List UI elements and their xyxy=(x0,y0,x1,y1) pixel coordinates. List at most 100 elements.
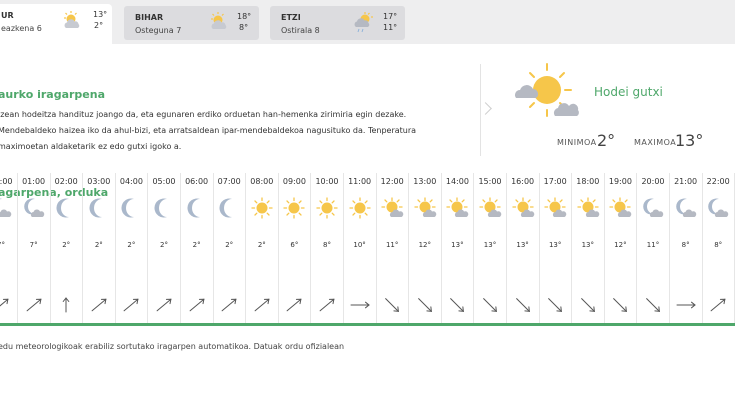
sun-cloud-icon xyxy=(478,196,502,220)
sun-icon xyxy=(348,196,372,220)
hour-temp: 10° xyxy=(353,241,366,249)
hour-column: 07:00 2° xyxy=(214,171,247,325)
day-tab-name: BIHAR xyxy=(135,13,164,22)
hour-time: 13:00 xyxy=(413,177,437,186)
moon-icon xyxy=(87,196,111,220)
wind-arrow-icon xyxy=(480,295,500,315)
hour-time: 20:00 xyxy=(641,177,665,186)
wind-arrow-icon xyxy=(317,295,337,315)
sun-cloud-icon xyxy=(207,11,233,35)
hour-temp: 2° xyxy=(257,241,266,249)
sun-cloud-icon xyxy=(60,10,86,34)
day-tab-name: ETZI xyxy=(281,13,301,22)
wind-arrow-icon xyxy=(513,295,533,315)
hour-column: 15:00 13° xyxy=(475,171,507,325)
sun-cloud-large-icon xyxy=(513,60,583,126)
hour-time: 17:00 xyxy=(543,177,567,186)
hour-time: 19:00 xyxy=(608,177,632,186)
condition-label: Hodei gutxi xyxy=(594,85,663,99)
hour-temp: 13° xyxy=(451,241,464,249)
hour-temp: 2° xyxy=(225,241,234,249)
wind-arrow-icon xyxy=(447,295,467,315)
hour-time: 22:00 xyxy=(706,177,730,186)
max-label: MAXIMOA xyxy=(634,138,677,147)
wind-arrow-icon xyxy=(350,295,370,315)
hour-time: 00:00 xyxy=(0,177,13,186)
sun-cloud-icon xyxy=(576,196,600,220)
footer-note: edu meteorologikoak erabiliz sortutako i… xyxy=(0,342,345,351)
hour-time: 12:00 xyxy=(380,177,404,186)
hour-temp: 11° xyxy=(385,241,399,249)
wind-arrow-icon xyxy=(252,295,272,315)
day-tab-date: eazkena 6 xyxy=(1,24,42,33)
hour-temp: 13° xyxy=(581,241,594,249)
hour-time: 02:00 xyxy=(54,177,78,186)
wind-arrow-icon xyxy=(56,295,76,315)
hour-time: 14:00 xyxy=(445,177,469,186)
hour-column: 17:00 13° xyxy=(540,171,573,325)
day-tab-min-temp: 11° xyxy=(383,23,398,32)
moon-cloud-icon xyxy=(22,196,46,220)
hour-column: 18:00 13° xyxy=(573,171,605,325)
wind-arrow-icon xyxy=(382,295,402,315)
hour-temp: 2° xyxy=(62,241,71,249)
sun-cloud-icon xyxy=(511,196,535,220)
wind-arrow-icon xyxy=(219,295,239,315)
wind-arrow-icon xyxy=(284,295,304,315)
moon-icon xyxy=(54,196,78,220)
hour-column: 01:00 7° xyxy=(19,171,51,325)
hour-column: 06:00 2° xyxy=(182,171,214,325)
day-tab-min-temp: 8° xyxy=(239,23,249,32)
moon-icon xyxy=(152,196,176,220)
sun-cloud-icon xyxy=(413,196,437,220)
hour-temp: 2° xyxy=(160,241,168,249)
wind-arrow-icon xyxy=(415,295,435,315)
moon-cloud-icon xyxy=(641,196,665,220)
hour-column: 11:00 10° xyxy=(345,171,377,325)
hour-temp: 11° xyxy=(646,241,660,249)
hourly-forecast[interactable]: 00:007° 01:00 7° 02:00 2° 03:00 2° 04:00 2° 05:00… xyxy=(0,171,735,325)
moon-cloud-icon xyxy=(0,196,13,220)
sun-rain-cloud-icon xyxy=(352,11,378,37)
hour-time: 18:00 xyxy=(576,177,600,186)
hour-column: 14:00 13° xyxy=(442,171,475,325)
day-tab-max-temp: 18° xyxy=(237,12,252,21)
day-tab-max-temp: 13° xyxy=(93,10,108,19)
max-value: 13° xyxy=(675,131,704,150)
sun-icon xyxy=(315,196,339,220)
day-tab-max-temp: 17° xyxy=(383,12,398,21)
hour-column: 02:00 2° xyxy=(51,171,84,325)
chevron-right-icon xyxy=(479,102,492,115)
hour-column: 00:00 7° xyxy=(0,171,18,325)
wind-arrow-icon xyxy=(708,295,728,315)
hour-column: 16:00 13° xyxy=(508,171,540,325)
wind-arrow-icon xyxy=(0,295,11,315)
day-tab-tomorrow[interactable]: BIHAR Osteguna 7 18° 8° xyxy=(124,6,259,40)
hour-temp: 13° xyxy=(548,241,562,249)
hour-time: 04:00 xyxy=(119,177,143,186)
hour-temp: 6° xyxy=(290,241,299,249)
wind-arrow-icon xyxy=(676,295,696,315)
day-tab-after-tomorrow[interactable]: ETZI Ostirala 8 17° 11° xyxy=(270,6,405,40)
sun-cloud-icon xyxy=(380,196,404,220)
wind-arrow-icon xyxy=(187,295,207,315)
hour-time: 10:00 xyxy=(315,177,339,186)
sun-cloud-icon xyxy=(608,196,632,220)
hour-time: 01:00 xyxy=(22,177,46,186)
day-tab-today[interactable]: UR eazkena 6 13° 2° xyxy=(0,4,112,44)
hour-column: 22:00 8° xyxy=(703,171,735,325)
hour-time: 11:00 xyxy=(348,177,372,186)
day-tab-date: Ostirala 8 xyxy=(281,26,320,35)
hour-column: 12:00 11° xyxy=(377,171,410,325)
hour-temp: 7° xyxy=(29,241,38,249)
hour-temp: 13° xyxy=(483,241,497,249)
hour-time: 07:00 xyxy=(217,177,241,186)
hour-column: 13:00 12° xyxy=(410,171,442,325)
hour-column: 09:00 6° xyxy=(279,171,312,325)
hour-time: 06:00 xyxy=(185,177,209,186)
moon-icon xyxy=(217,196,241,220)
hour-time: 05:00 xyxy=(152,177,176,186)
wind-arrow-icon xyxy=(89,295,109,315)
hour-time: 03:00 xyxy=(87,177,111,186)
hour-time: 21:00 xyxy=(674,177,698,186)
